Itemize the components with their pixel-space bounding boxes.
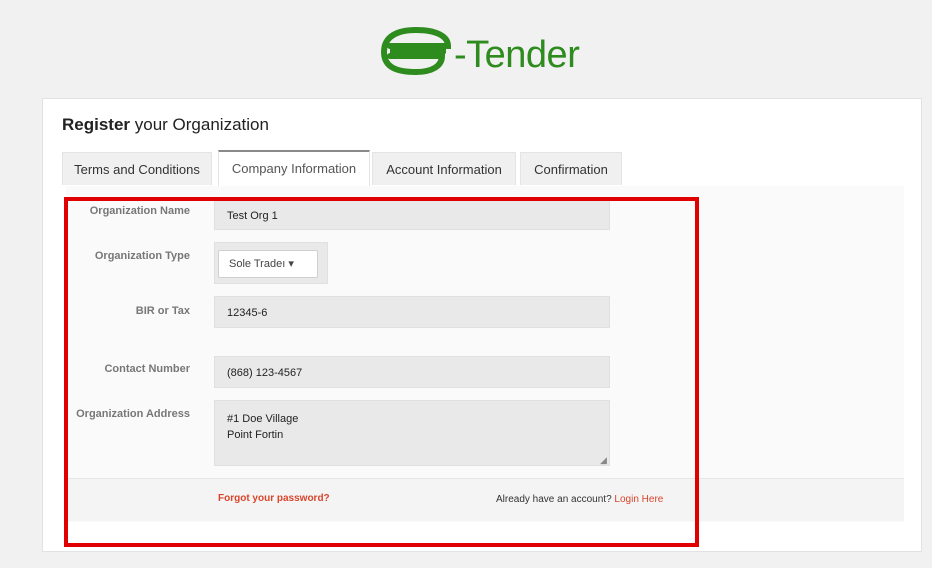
bir-tax-input[interactable]: 12345-6	[214, 296, 610, 328]
textarea-resize-icon[interactable]: ◢	[600, 455, 607, 466]
title-rest: your Organization	[130, 115, 269, 134]
org-name-label: Organization Name	[89, 205, 190, 217]
already-text: Already have an account?	[496, 494, 612, 505]
forgot-password-link[interactable]: Forgot your password?	[218, 493, 330, 504]
tab-confirmation[interactable]: Confirmation	[520, 152, 622, 185]
e-logo-icon	[381, 26, 452, 76]
tab-terms-and-conditions[interactable]: Terms and Conditions	[62, 152, 212, 185]
title-bold: Register	[62, 115, 131, 134]
address-line-1: #1 Doe Village	[227, 413, 299, 425]
contact-number-label: Contact Number	[104, 363, 190, 375]
tab-company-information[interactable]: Company Information	[218, 150, 370, 186]
company-info-form	[66, 186, 904, 522]
org-type-select[interactable]: Sole Tradeı ▾	[218, 250, 318, 278]
etender-logo: -Tender	[376, 20, 596, 88]
org-type-label: Organization Type	[94, 250, 190, 262]
already-have-account: Already have an account? Login Here	[496, 494, 663, 505]
org-name-input[interactable]: Test Org 1	[214, 200, 610, 230]
org-address-label: Organization Address	[76, 408, 190, 420]
address-line-2: Point Fortin	[227, 429, 284, 441]
contact-number-input[interactable]: (868) 123-4567	[214, 356, 610, 388]
form-footer	[66, 478, 904, 521]
org-address-textarea[interactable]: #1 Doe Village Point Fortin	[214, 400, 610, 466]
bir-tax-label: BIR or Tax	[135, 305, 190, 317]
tab-account-information[interactable]: Account Information	[372, 152, 516, 185]
logo-text: -Tender	[454, 34, 580, 76]
page-title: Register your Organization	[62, 115, 269, 135]
login-here-link[interactable]: Login Here	[612, 494, 663, 505]
